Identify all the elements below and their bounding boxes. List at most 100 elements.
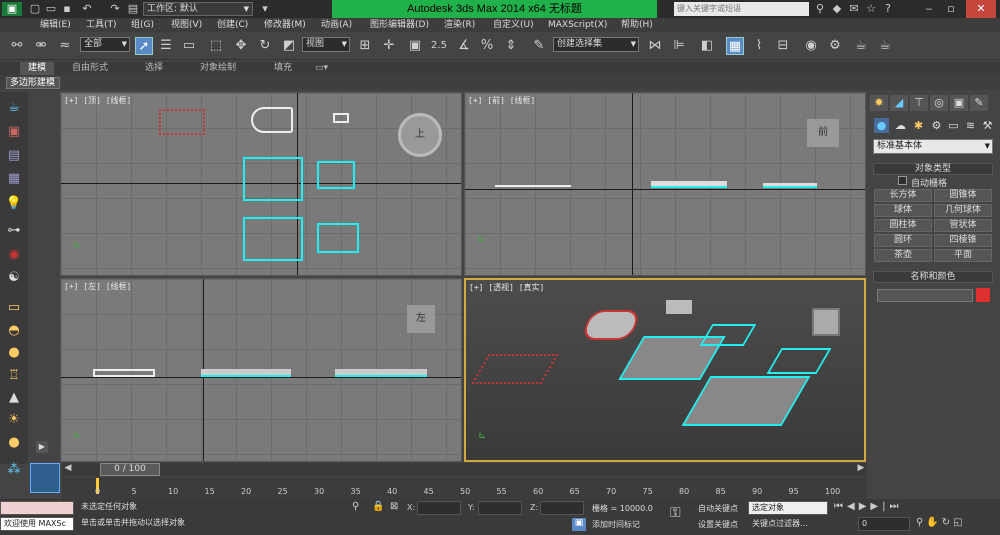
pivot-center-icon[interactable]: ⊞ [356,37,374,55]
search-icon[interactable]: ⚲ [813,2,827,16]
new-file-icon[interactable]: ▢ [28,2,42,16]
rotate-icon[interactable]: ↻ [256,37,274,55]
snaps-toggle-icon[interactable]: 2.5 [430,37,448,55]
name-color-rollout[interactable]: 名称和颜色 [873,271,993,283]
curve-editor-icon[interactable]: ⌇ [750,37,768,55]
time-tag-icon[interactable]: ▣ [572,518,586,531]
title-bar-more-icon[interactable]: ▾ [258,2,272,16]
helpers-icon[interactable]: ▭ [946,118,961,133]
basket-icon[interactable]: ♖ [5,368,23,384]
set-key-icon[interactable]: ⚿ [670,505,681,521]
link-icon[interactable]: ⚯ [8,37,26,55]
object-type-rollout[interactable]: 对象类型 [873,163,993,175]
scene-explorer-icon[interactable]: ▤ [5,148,23,164]
auto-key-button[interactable]: 自动关键点 [698,503,738,514]
geometry-icon[interactable]: ● [874,118,889,133]
move-icon[interactable]: ✥ [232,37,250,55]
select-manipulate-icon[interactable]: ✛ [380,37,398,55]
percent-snap-icon[interactable]: % [478,37,496,55]
window-crossing-icon[interactable]: ⬚ [207,37,225,55]
menu-animation[interactable]: 动画(A) [321,18,352,32]
help-icon[interactable]: ? [881,2,895,16]
pyramid-button[interactable]: 四棱锥 [934,234,992,247]
undo-icon[interactable]: ↶ [80,2,94,16]
favorites-icon[interactable]: ☆ [864,2,878,16]
utilities-tab-icon[interactable]: ✎ [970,95,988,111]
teapot-icon[interactable]: ☕ [5,100,23,116]
cylinder-button[interactable]: 圆柱体 [874,219,932,232]
object-color-swatch[interactable] [976,288,990,302]
ribbon-options-icon[interactable]: ▭▾ [315,62,328,75]
viewport-top[interactable]: [+] [顶] [线框] 上 ⊾ [60,92,462,276]
time-slider[interactable] [62,463,867,476]
maxscript-listener[interactable] [0,501,74,515]
cone-icon[interactable]: ▲ [5,390,23,406]
menu-tools[interactable]: 工具(T) [86,18,117,32]
tab-freeform[interactable]: 自由形式 [72,62,108,75]
particles-icon[interactable]: ⁂ [5,462,23,478]
set-key-button[interactable]: 设置关键点 [698,519,738,530]
mirror-icon[interactable]: ⋈ [646,37,664,55]
torus-button[interactable]: 圆环 [874,234,932,247]
help-search-input[interactable]: 键入关键字或短语 [674,2,809,16]
menu-rendering[interactable]: 渲染(R) [444,18,475,32]
viewport-perspective-label[interactable]: [+] [透视] [真实] [469,282,544,293]
plane-button[interactable]: 平面 [934,249,992,262]
menu-create[interactable]: 创建(C) [217,18,248,32]
viewport-navigation-icons[interactable]: ⚲✋↻◱ [916,517,1000,531]
render-production-icon[interactable]: ☕ [876,37,894,55]
motion-tab-icon[interactable]: ◎ [930,95,948,111]
material-icon[interactable]: ▣ [5,124,23,140]
object-name-input[interactable] [877,289,973,302]
key-filters-button[interactable]: 关键点过滤器... [752,518,808,529]
tab-modeling[interactable]: 建模 [20,62,55,75]
workspace-dropdown[interactable]: 工作区: 默认 ▼ [143,2,253,16]
viewcube-top[interactable]: 上 [398,113,442,157]
viewport-left-label[interactable]: [+] [左] [线框] [64,281,131,292]
sphere-icon[interactable]: ◉ [5,247,23,263]
align-icon[interactable]: ⊫ [670,37,688,55]
subscription-icon[interactable]: ◆ [830,2,844,16]
menu-help[interactable]: 帮助(H) [621,18,653,32]
named-selection-dropdown[interactable]: 创建选择集 ▼ [553,37,639,52]
render-setup-icon[interactable]: ⚙ [826,37,844,55]
absolute-mode-icon[interactable]: ⊠ [390,501,404,515]
expand-arrow-icon[interactable]: ▶ [36,441,48,453]
modify-tab-icon[interactable]: ◢ [890,95,908,111]
helper-icon[interactable]: ☯ [5,270,23,286]
communication-icon[interactable]: ✉ [847,2,861,16]
graphite-modeling-icon[interactable]: ▦ [726,37,744,55]
display-tab-icon[interactable]: ▣ [950,95,968,111]
project-folder-icon[interactable]: ▤ [126,2,140,16]
menu-maxscript[interactable]: MAXScript(X) [548,18,607,32]
viewport-left[interactable]: [+] [左] [线框] 左 ⊾ [60,278,462,462]
spinner-snap-icon[interactable]: ⇕ [502,37,520,55]
selection-lock-icon[interactable]: 🔒 [372,501,386,515]
current-frame-input[interactable]: 0 [858,517,910,531]
menu-group[interactable]: 组(G) [131,18,154,32]
viewport-front-label[interactable]: [+] [前] [线框] [468,95,535,106]
systems-icon[interactable]: ⚒ [980,118,995,133]
viewport-layout-icon[interactable] [30,463,60,493]
viewport-top-label[interactable]: [+] [顶] [线框] [64,95,131,106]
box-button[interactable]: 长方体 [874,189,932,202]
open-file-icon[interactable]: ▭ [44,2,58,16]
layer-manager-icon[interactable]: ◧ [698,37,716,55]
viewcube-front[interactable]: 前 [807,119,839,147]
time-slider-thumb[interactable]: 0 / 100 [100,463,160,476]
space-warps-icon[interactable]: ≋ [963,118,978,133]
material-editor-icon[interactable]: ◉ [802,37,820,55]
viewcube-left[interactable]: 左 [407,305,435,333]
autogrid-checkbox[interactable] [898,176,907,185]
tab-populate[interactable]: 填充 [274,62,292,75]
create-tab-icon[interactable]: ✸ [870,95,888,111]
playback-controls-icon[interactable]: ⏮◀▶▶|⏭ [834,501,934,515]
shapes-icon[interactable]: ☁ [893,118,908,133]
angle-snap-icon[interactable]: ∡ [455,37,473,55]
light-icon[interactable]: 💡 [5,196,23,212]
isolate-selection-icon[interactable]: ⚲ [352,501,366,515]
viewport-front[interactable]: [+] [前] [线框] 前 ⊾ [464,92,866,276]
bones-icon[interactable]: ⊶ [5,223,23,239]
time-slider-prev-icon[interactable]: ◀ [62,463,74,476]
selection-filter-dropdown[interactable]: 全部 ▼ [80,37,130,52]
